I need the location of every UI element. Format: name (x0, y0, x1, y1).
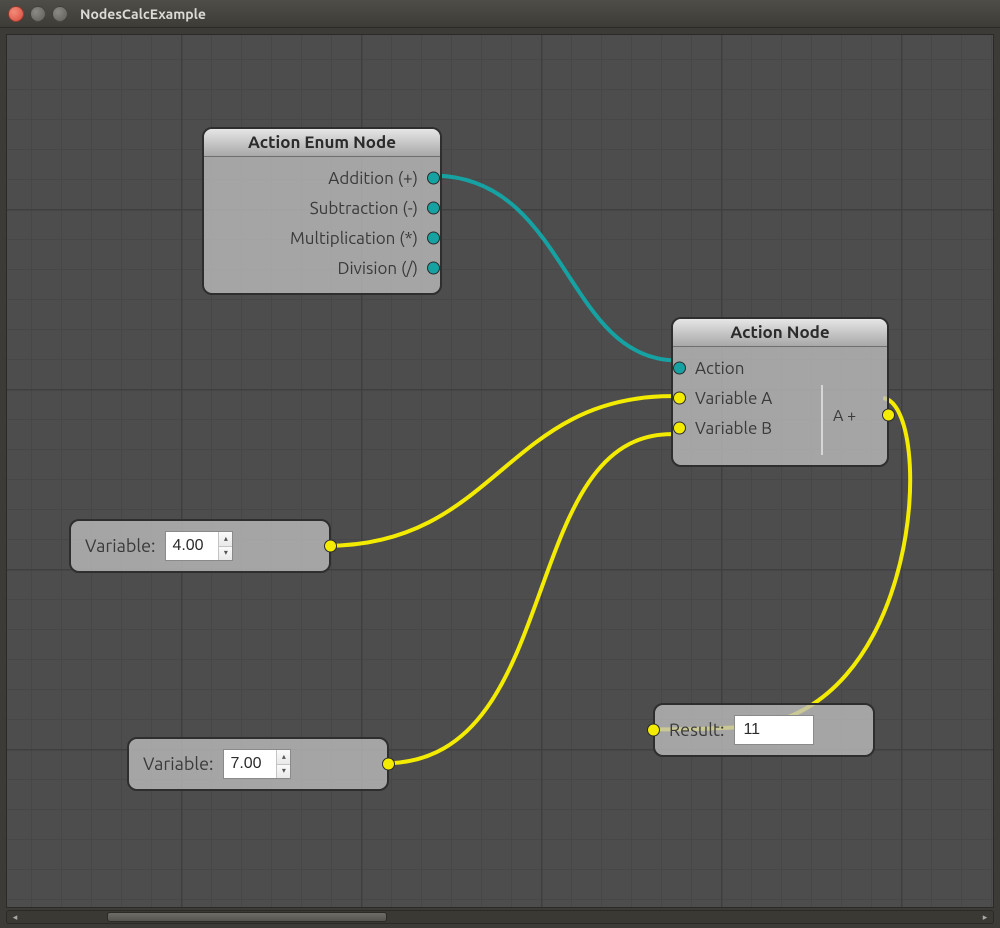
window-minimize-button[interactable] (30, 6, 46, 22)
variable-value-input[interactable] (166, 532, 218, 560)
node-title[interactable]: Action Enum Node (204, 129, 440, 157)
enum-output-label: Subtraction (-) (310, 199, 418, 218)
enum-output-multiplication[interactable]: Multiplication (*) (212, 223, 432, 253)
port-input[interactable] (673, 392, 686, 405)
scroll-right-icon[interactable]: ▸ (979, 911, 991, 923)
variable-a-node[interactable]: Variable: ▴ ▾ (69, 519, 331, 573)
spin-up-icon[interactable]: ▴ (277, 750, 290, 765)
port-output[interactable] (882, 409, 895, 422)
enum-output-label: Division (/) (337, 259, 418, 278)
port-output[interactable] (382, 758, 395, 771)
action-input-action[interactable]: Action (681, 353, 879, 383)
port-output[interactable] (427, 202, 440, 215)
input-label: Action (695, 359, 744, 378)
node-graph-canvas[interactable]: Action Enum Node Addition (+) Subtractio… (7, 35, 993, 907)
horizontal-scrollbar[interactable]: ◂ ▸ (6, 910, 994, 924)
enum-output-addition[interactable]: Addition (+) (212, 163, 432, 193)
port-output[interactable] (427, 262, 440, 275)
window-title: NodesCalcExample (80, 6, 206, 22)
variable-spinbox[interactable]: ▴ ▾ (223, 749, 291, 779)
variable-spinbox[interactable]: ▴ ▾ (165, 531, 233, 561)
input-label: Variable B (695, 419, 772, 438)
input-label: Variable A (695, 389, 772, 408)
enum-output-label: Multiplication (*) (290, 229, 418, 248)
port-output[interactable] (427, 232, 440, 245)
titlebar: NodesCalcExample (0, 0, 1000, 28)
spin-up-icon[interactable]: ▴ (219, 532, 232, 547)
port-output[interactable] (324, 540, 337, 553)
node-divider (821, 385, 823, 455)
action-node[interactable]: Action Node Action Variable A Variable B… (671, 317, 889, 467)
result-value-input[interactable] (734, 715, 814, 745)
scroll-left-icon[interactable]: ◂ (9, 911, 21, 923)
result-node[interactable]: Result: (653, 703, 875, 757)
variable-label: Variable: (85, 536, 155, 556)
window-maximize-button[interactable] (52, 6, 68, 22)
variable-value-input[interactable] (224, 750, 276, 778)
port-input[interactable] (673, 362, 686, 375)
result-label: Result: (669, 720, 724, 740)
window-close-button[interactable] (8, 6, 24, 22)
spin-down-icon[interactable]: ▾ (219, 547, 232, 561)
variable-label: Variable: (143, 754, 213, 774)
spin-down-icon[interactable]: ▾ (277, 765, 290, 779)
enum-output-subtraction[interactable]: Subtraction (-) (212, 193, 432, 223)
enum-output-label: Addition (+) (328, 169, 418, 188)
port-input[interactable] (673, 422, 686, 435)
node-title[interactable]: Action Node (673, 319, 887, 347)
variable-b-node[interactable]: Variable: ▴ ▾ (127, 737, 389, 791)
scrollbar-thumb[interactable] (107, 912, 387, 922)
canvas-viewport[interactable]: Action Enum Node Addition (+) Subtractio… (6, 34, 994, 908)
port-input[interactable] (647, 724, 660, 737)
enum-output-division[interactable]: Division (/) (212, 253, 432, 283)
port-output[interactable] (427, 172, 440, 185)
expression-label: A + (833, 407, 856, 425)
action-enum-node[interactable]: Action Enum Node Addition (+) Subtractio… (202, 127, 442, 295)
